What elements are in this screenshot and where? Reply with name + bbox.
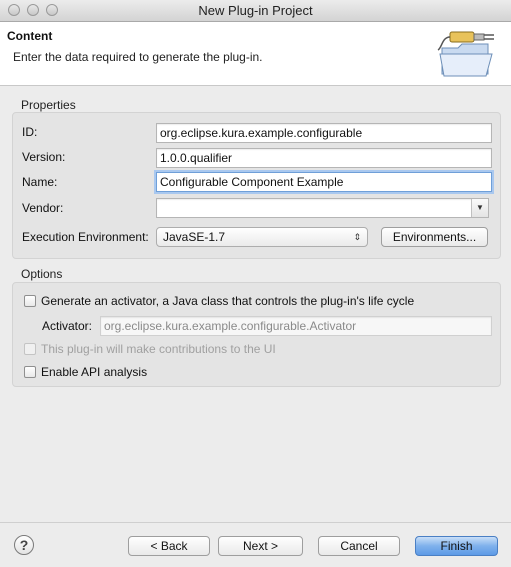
cancel-button[interactable]: Cancel	[318, 536, 400, 556]
properties-group-label: Properties	[21, 98, 76, 112]
minimize-window-button[interactable]	[27, 4, 39, 16]
activator-field[interactable]: org.eclipse.kura.example.configurable.Ac…	[100, 316, 492, 336]
api-analysis-checkbox[interactable]	[24, 366, 36, 378]
close-window-button[interactable]	[8, 4, 20, 16]
execution-environment-select[interactable]: JavaSE-1.7 ⇕	[156, 227, 368, 247]
generate-activator-checkbox[interactable]	[24, 295, 36, 307]
properties-group: ID: org.eclipse.kura.example.configurabl…	[12, 112, 501, 259]
zoom-window-button[interactable]	[46, 4, 58, 16]
finish-button[interactable]: Finish	[415, 536, 498, 556]
execution-environment-label: Execution Environment:	[22, 230, 149, 244]
name-label: Name:	[22, 175, 58, 189]
name-field[interactable]: Configurable Component Example	[156, 172, 492, 192]
plugin-folder-icon	[437, 31, 494, 77]
activator-label: Activator:	[42, 319, 93, 333]
help-icon[interactable]: ?	[14, 535, 34, 555]
version-label: Version:	[22, 150, 66, 164]
footer-divider	[0, 522, 511, 523]
options-group: Generate an activator, a Java class that…	[12, 282, 501, 387]
environments-button[interactable]: Environments...	[381, 227, 488, 247]
chevron-down-icon[interactable]: ▼	[471, 199, 488, 217]
page-title: Content	[7, 29, 53, 43]
generate-activator-label: Generate an activator, a Java class that…	[41, 294, 415, 308]
execution-environment-value: JavaSE-1.7	[163, 230, 226, 244]
wizard-header: Content Enter the data required to gener…	[0, 22, 511, 86]
next-button[interactable]: Next >	[218, 536, 303, 556]
id-field[interactable]: org.eclipse.kura.example.configurable	[156, 123, 492, 143]
vendor-combo[interactable]: ▼	[156, 198, 489, 218]
ui-contributions-checkbox[interactable]	[24, 343, 36, 355]
id-label: ID:	[22, 125, 38, 139]
window-title: New Plug-in Project	[198, 3, 313, 18]
page-description: Enter the data required to generate the …	[13, 50, 263, 64]
back-button[interactable]: < Back	[128, 536, 210, 556]
ui-contributions-label: This plug-in will make contributions to …	[41, 342, 276, 356]
options-group-label: Options	[21, 267, 63, 281]
api-analysis-label: Enable API analysis	[41, 365, 148, 379]
updown-arrows-icon: ⇕	[353, 232, 361, 242]
version-field[interactable]: 1.0.0.qualifier	[156, 148, 492, 168]
title-bar: New Plug-in Project	[0, 0, 511, 22]
vendor-label: Vendor:	[22, 201, 64, 215]
